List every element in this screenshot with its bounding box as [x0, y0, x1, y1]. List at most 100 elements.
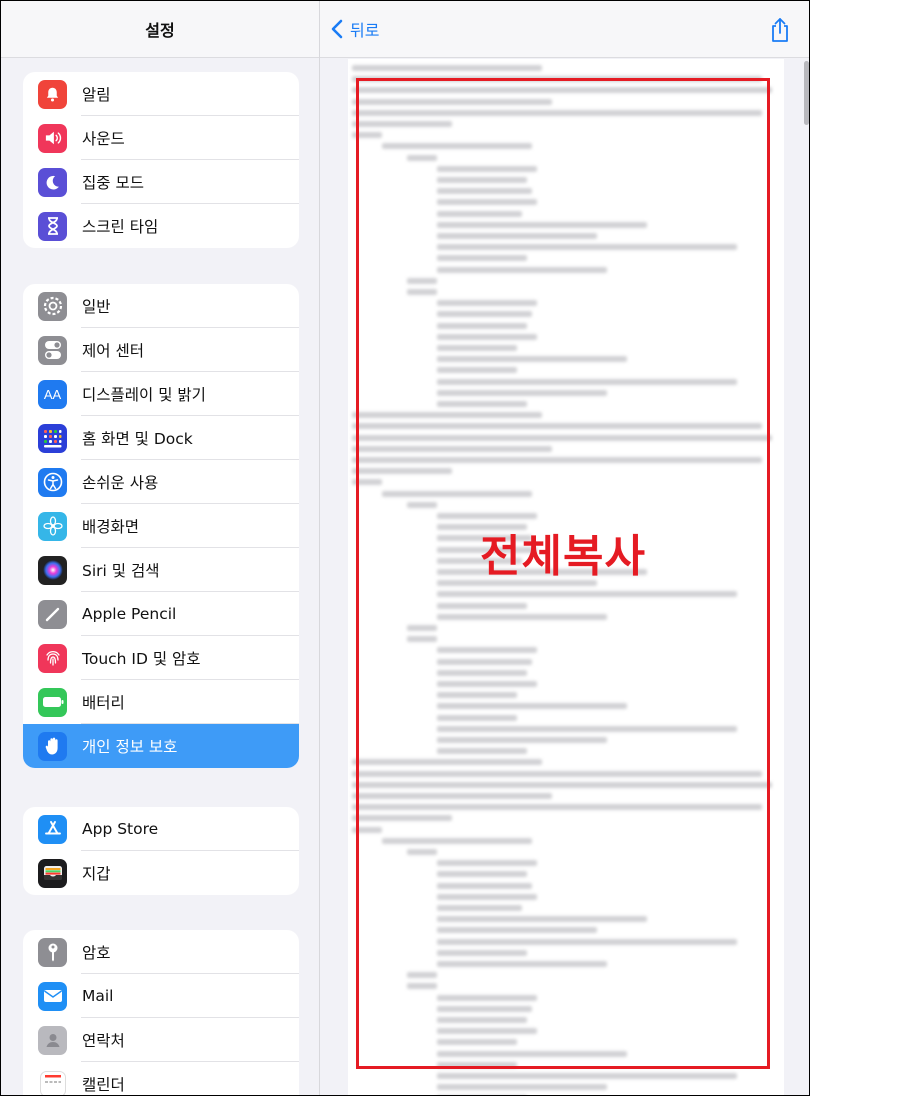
key-icon: [38, 937, 67, 967]
blurred-text-line: [352, 815, 452, 822]
sidebar-item-battery[interactable]: 배터리: [23, 680, 299, 724]
sidebar-item-siri[interactable]: Siri 및 검색: [23, 548, 299, 592]
blurred-text-line: [437, 300, 537, 307]
blurred-text-line: [437, 255, 527, 262]
blurred-text-line: [352, 87, 772, 94]
sidebar-item-label: 캘린더: [82, 1076, 125, 1094]
blurred-text-line: [437, 210, 522, 217]
blurred-text-line: [437, 669, 527, 676]
sidebar-item-label: 집중 모드: [82, 174, 144, 192]
moon-icon: [38, 167, 67, 197]
blurred-text-line: [407, 289, 437, 295]
sidebar-item-label: App Store: [82, 820, 159, 838]
nav-bar: 뒤로: [320, 1, 809, 58]
blurred-text-line: [437, 165, 537, 172]
sidebar-item-moon[interactable]: 집중 모드: [23, 160, 299, 204]
toggles-icon: [38, 335, 67, 365]
hand-icon: [38, 731, 67, 761]
scrollbar[interactable]: [804, 61, 809, 125]
sidebar-item-label: Apple Pencil: [82, 605, 177, 623]
sidebar-item-wallet[interactable]: 지갑: [23, 851, 299, 895]
settings-group: 일반제어 센터 AA 디스플레이 및 밝기 홈 화면 및 Dock 손쉬운 사용배경화면…: [23, 284, 299, 768]
contacts-icon: [38, 1025, 67, 1055]
sidebar-item-hourglass[interactable]: 스크린 타임: [23, 204, 299, 248]
sidebar-item-app-grid[interactable]: 홈 화면 및 Dock: [23, 416, 299, 460]
sidebar-item-label: 지갑: [82, 865, 111, 883]
sidebar-item-fingerprint[interactable]: Touch ID 및 암호: [23, 636, 299, 680]
blurred-text-line: [407, 625, 437, 631]
sidebar-item-label: 손쉬운 사용: [82, 474, 159, 492]
blurred-text-line: [437, 714, 517, 721]
blurred-text-line: [437, 333, 537, 340]
blurred-text-line: [407, 636, 437, 643]
sidebar-item-mail[interactable]: Mail: [23, 974, 299, 1018]
blurred-text-line: [407, 277, 437, 284]
sidebar-item-hand[interactable]: 개인 정보 보호: [23, 724, 299, 768]
blurred-text-line: [437, 1050, 627, 1057]
sidebar-item-key[interactable]: 암호: [23, 930, 299, 974]
pencil-icon: [38, 599, 67, 629]
battery-icon: [38, 687, 67, 717]
blurred-text-line: [437, 233, 597, 239]
blurred-text-line: [437, 961, 607, 967]
share-icon: [772, 18, 788, 42]
blurred-text-line: [437, 737, 607, 743]
sidebar-item-gear[interactable]: 일반: [23, 284, 299, 328]
blurred-text-line: [437, 591, 737, 598]
sidebar-item-label: 제어 센터: [82, 342, 144, 360]
blurred-text-line: [437, 345, 517, 351]
blurred-text-line: [352, 445, 552, 452]
app-window: 설정 알림 사운드집중 모드스크린 타임일반제어 센터 AA 디스플레이 및 밝기 홈 …: [0, 0, 810, 1096]
sidebar-item-calendar[interactable]: 캘린더: [23, 1062, 299, 1095]
sidebar-item-app-store[interactable]: App Store: [23, 807, 299, 851]
blurred-text-line: [437, 1061, 517, 1068]
speaker-icon: [38, 123, 67, 153]
settings-sidebar: 설정 알림 사운드집중 모드스크린 타임일반제어 센터 AA 디스플레이 및 밝기 홈 …: [1, 1, 320, 1095]
blurred-text-line: [352, 468, 452, 475]
blurred-text-line: [352, 423, 762, 430]
settings-group: 알림 사운드집중 모드스크린 타임: [23, 72, 299, 248]
sidebar-item-toggles[interactable]: 제어 센터: [23, 328, 299, 372]
blurred-text-line: [437, 681, 537, 687]
blurred-text-line: [437, 927, 597, 934]
sidebar-item-label: 일반: [82, 298, 111, 316]
blurred-text-line: [437, 199, 537, 206]
blurred-text-line: [382, 490, 532, 497]
blurred-text-line: [352, 121, 452, 127]
blurred-text-line: [352, 793, 552, 799]
sidebar-item-speaker[interactable]: 사운드: [23, 116, 299, 160]
blurred-text-line: [437, 177, 527, 183]
blurred-text-line: [437, 703, 627, 710]
blurred-text-line: [407, 154, 437, 161]
blurred-text-line: [437, 647, 537, 654]
sidebar-item-pencil[interactable]: Apple Pencil: [23, 592, 299, 636]
sidebar-item-text-size[interactable]: AA 디스플레이 및 밝기: [23, 372, 299, 416]
blurred-text-line: [352, 781, 772, 788]
chevron-left-icon: [331, 19, 343, 39]
sidebar-item-flower[interactable]: 배경화면: [23, 504, 299, 548]
blurred-text-line: [352, 457, 762, 463]
back-button[interactable]: 뒤로: [330, 17, 379, 41]
sidebar-item-bell[interactable]: 알림: [23, 72, 299, 116]
blurred-text-line: [382, 837, 532, 844]
blurred-text-line: [437, 949, 527, 956]
blurred-text-line: [437, 602, 527, 609]
blurred-text-line: [437, 221, 647, 228]
sidebar-item-label: 스크린 타임: [82, 218, 159, 236]
blurred-text-line: [437, 871, 527, 878]
blurred-text-line: [437, 311, 532, 318]
blurred-text-line: [352, 65, 542, 71]
blurred-text-line: [407, 972, 437, 979]
settings-group: 암호 Mail 연락처캘린더: [23, 930, 299, 1095]
blurred-text-line: [437, 905, 522, 911]
calendar-icon: [38, 1070, 67, 1095]
blurred-text-line: [437, 1017, 527, 1023]
sidebar-item-contacts[interactable]: 연락처: [23, 1018, 299, 1062]
sidebar-title: 설정: [1, 1, 319, 58]
blurred-text-line: [437, 882, 532, 889]
accessibility-icon: [38, 467, 67, 497]
sidebar-item-accessibility[interactable]: 손쉬운 사용: [23, 460, 299, 504]
blurred-text-line: [352, 479, 382, 486]
blurred-text-line: [437, 748, 527, 755]
share-button[interactable]: [769, 17, 791, 47]
